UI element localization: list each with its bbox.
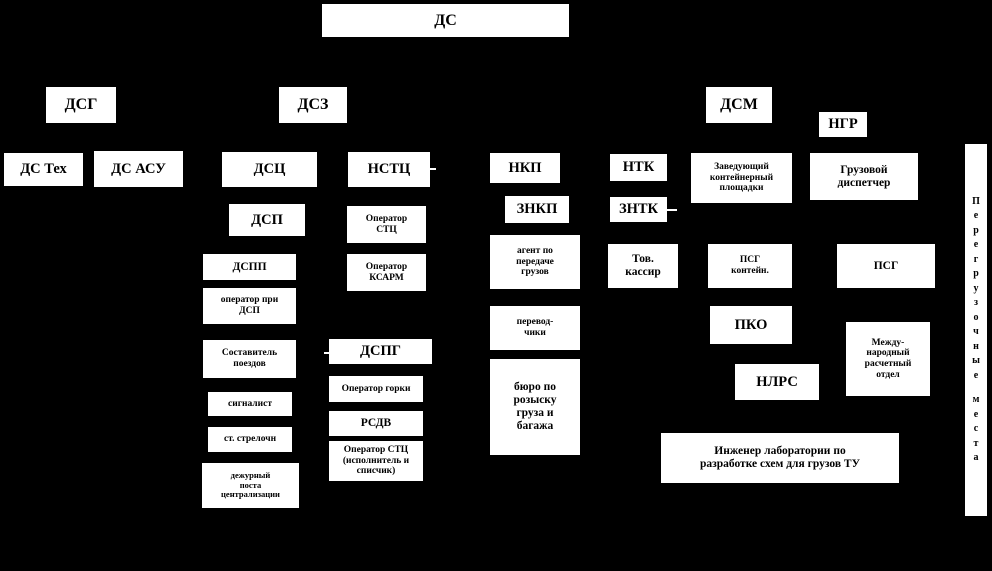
- vert-letter: е: [973, 408, 979, 420]
- node-tov-kassir[interactable]: Тов. кассир: [607, 243, 679, 289]
- vert-letter: ч: [973, 326, 979, 337]
- node-st-strelochn[interactable]: ст. стрелочн: [207, 426, 293, 453]
- node-sostavitel-poezdov[interactable]: Составитель поездов: [202, 339, 297, 379]
- node-dsm[interactable]: ДСМ: [705, 86, 773, 124]
- vertical-label-peregruzochnye-mesta: П е р е г р у з о ч н ы е м е с т а: [964, 143, 988, 517]
- node-dezhurny-posta[interactable]: дежурный поста централизации: [201, 462, 300, 509]
- vert-letter: р: [973, 224, 979, 236]
- node-ngr[interactable]: НГР: [818, 111, 868, 138]
- connector-dspg-left: [324, 352, 330, 354]
- vert-letter: у: [973, 282, 979, 294]
- node-nstc[interactable]: НСТЦ: [347, 151, 431, 188]
- vert-letter: р: [973, 268, 979, 279]
- node-nlrs[interactable]: НЛРС: [734, 363, 820, 401]
- vert-letter: е: [973, 239, 979, 250]
- org-chart-canvas: ДС ДСГ ДСЗ ДСМ НГР ДС Тех ДС АСУ ДСЦ НСТ…: [0, 0, 992, 571]
- node-dsg[interactable]: ДСГ: [45, 86, 117, 124]
- vert-letter: н: [973, 340, 979, 352]
- vert-letter: м: [972, 394, 980, 405]
- node-dsp[interactable]: ДСП: [228, 203, 306, 237]
- node-dsc[interactable]: ДСЦ: [221, 151, 318, 188]
- node-operator-stc-ispolnitel[interactable]: Оператор СТЦ (исполнитель и списчик): [328, 440, 424, 482]
- node-gruzovoy-dispetcher[interactable]: Грузовой диспетчер: [809, 152, 919, 201]
- node-zntk[interactable]: ЗНТК: [609, 196, 668, 223]
- node-pko[interactable]: ПКО: [709, 305, 793, 345]
- node-agent-po-peredache[interactable]: агент по передаче грузов: [489, 234, 581, 290]
- connector-zntk-right: [667, 209, 677, 211]
- vert-letter: г: [973, 253, 979, 265]
- node-ds-tex[interactable]: ДС Тех: [3, 152, 84, 187]
- node-psg[interactable]: ПСГ: [836, 243, 936, 289]
- node-dspg[interactable]: ДСПГ: [328, 338, 433, 365]
- node-dsz[interactable]: ДСЗ: [278, 86, 348, 124]
- node-operator-gorki[interactable]: Оператор горки: [328, 375, 424, 403]
- connector-nstc-right: [430, 168, 436, 170]
- node-operator-pri-dsp[interactable]: оператор при ДСП: [202, 287, 297, 325]
- node-ds[interactable]: ДС: [321, 3, 570, 38]
- vert-letter: о: [973, 311, 979, 323]
- vert-letter: т: [973, 437, 979, 449]
- node-ds-asu[interactable]: ДС АСУ: [93, 150, 184, 188]
- node-inzhener-laboratorii[interactable]: Инженер лаборатории по разработке схем д…: [660, 432, 900, 484]
- vert-letter: П: [972, 195, 980, 207]
- node-rsdv[interactable]: РСДВ: [328, 410, 424, 437]
- node-byuro-po-rozysku[interactable]: бюро по розыску груза и багажа: [489, 358, 581, 456]
- vert-letter: с: [973, 423, 979, 434]
- node-zaveduyushchiy-konteynernoy[interactable]: Заведующий контейнерный площадки: [690, 152, 793, 204]
- node-signalist[interactable]: сигналист: [207, 391, 293, 417]
- vert-letter: е: [973, 210, 979, 221]
- vert-letter: ы: [972, 355, 980, 366]
- node-operator-ksarm[interactable]: Оператор КСАРМ: [346, 253, 427, 292]
- node-operator-stc[interactable]: Оператор СТЦ: [346, 205, 427, 244]
- vert-letter: е: [973, 369, 979, 381]
- node-nkp[interactable]: НКП: [489, 152, 561, 184]
- node-ntk[interactable]: НТК: [609, 153, 668, 182]
- node-znkp[interactable]: ЗНКП: [504, 195, 570, 224]
- node-psg-konteyn[interactable]: ПСГ контейн.: [707, 243, 793, 289]
- vert-letter: з: [973, 297, 979, 308]
- node-mezhdunarodny-raschetny[interactable]: Между- народный расчетный отдел: [845, 321, 931, 397]
- node-dspp[interactable]: ДСПП: [202, 253, 297, 281]
- vert-letter: а: [973, 452, 979, 463]
- node-perevodchiki[interactable]: перевод- чики: [489, 305, 581, 351]
